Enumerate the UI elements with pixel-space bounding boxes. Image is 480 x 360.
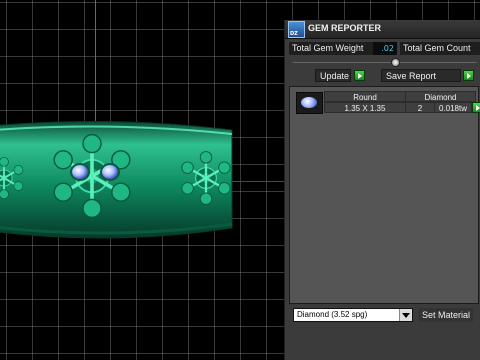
app-logo-icon: DZ (288, 21, 305, 38)
logo-text: DZ (290, 31, 298, 37)
update-label: Update (320, 71, 350, 81)
gem-stone-right[interactable] (100, 163, 120, 181)
gem-stone-left[interactable] (70, 163, 90, 181)
total-gem-count-label: Total Gem Count (400, 42, 480, 55)
gem-shape: Round (324, 91, 406, 102)
gem-size: 1.35 X 1.35 (324, 102, 406, 113)
panel-title-bar[interactable]: DZ GEM REPORTER (285, 20, 480, 39)
gem-count: 2 (405, 102, 435, 113)
set-material-button[interactable]: Set Material (419, 308, 474, 322)
gem-reporter-panel: DZ GEM REPORTER Total Gem Weight .02 Tot… (284, 20, 480, 360)
material-row: Diamond (3.52 spg) Set Material (285, 308, 480, 328)
save-report-label: Save Report (386, 71, 437, 81)
slider-knob[interactable] (391, 58, 400, 67)
totals-row: Total Gem Weight .02 Total Gem Count (289, 42, 480, 56)
chevron-down-icon[interactable] (399, 309, 412, 321)
separator (293, 62, 477, 63)
gem-thumbnail (296, 92, 323, 114)
total-gem-weight-label: Total Gem Weight (289, 42, 373, 55)
material-select[interactable]: Diamond (3.52 spg) (293, 308, 413, 322)
update-play-icon[interactable] (354, 70, 365, 81)
panel-title: GEM REPORTER (308, 23, 382, 33)
gem-weight: 0.018tw (434, 102, 472, 113)
material-select-value: Diamond (3.52 spg) (297, 310, 368, 319)
y-axis-line (95, 0, 96, 125)
save-report-button[interactable]: Save Report (381, 69, 461, 82)
total-gem-weight-value: .02 (373, 42, 397, 55)
update-button[interactable]: Update (315, 69, 351, 82)
gem-list[interactable]: Round Diamond 1.35 X 1.35 2 0.018tw (289, 86, 480, 304)
gem-row-play-icon[interactable] (472, 102, 480, 113)
gem-row[interactable]: Round Diamond 1.35 X 1.35 2 0.018tw (294, 90, 480, 118)
gem-type: Diamond (405, 91, 476, 102)
save-report-play-icon[interactable] (463, 70, 474, 81)
round-gem-icon (301, 97, 317, 108)
ring-model[interactable] (0, 108, 240, 248)
